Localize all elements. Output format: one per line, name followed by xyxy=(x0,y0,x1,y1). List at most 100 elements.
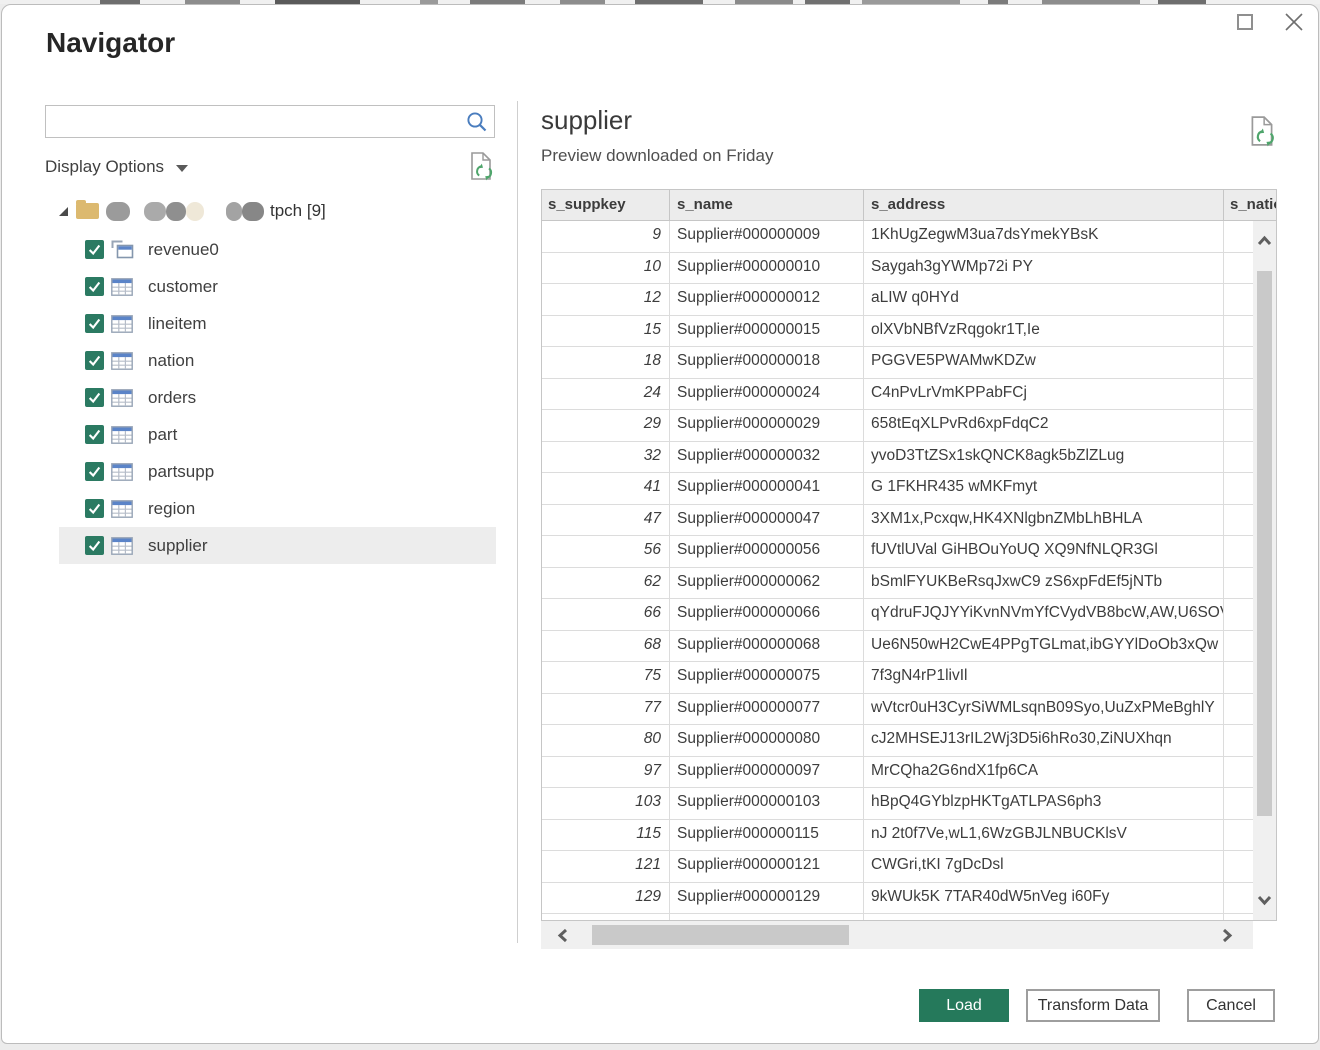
cell-s_address: fUVtlUVal GiHBOuYoUQ XQ9NfNLQR3Gl xyxy=(864,536,1224,567)
redacted-text xyxy=(106,202,130,221)
table-row: 66 Supplier#000000066 qYdruFJQJYYiKvnNVm… xyxy=(542,599,1276,631)
tree-item-customer[interactable]: customer xyxy=(59,268,496,305)
cell-s_suppkey: 9 xyxy=(542,221,670,252)
cell-s_name: Supplier#000000129 xyxy=(670,883,864,914)
tree-item-orders[interactable]: orders xyxy=(59,379,496,416)
cell-s_suppkey: 12 xyxy=(542,284,670,315)
scroll-up-icon[interactable] xyxy=(1257,235,1272,247)
table-row: 12 Supplier#000000012 aLIW q0HYd xyxy=(542,284,1276,316)
load-button[interactable]: Load xyxy=(919,989,1009,1022)
cell-s_suppkey: 56 xyxy=(542,536,670,567)
checkbox-checked[interactable] xyxy=(85,536,104,555)
tree-item-region[interactable]: region xyxy=(59,490,496,527)
table-icon xyxy=(111,388,134,407)
column-header-s_name: s_name xyxy=(670,190,864,220)
cell-s_suppkey: 29 xyxy=(542,410,670,441)
table-row: 15 Supplier#000000015 olXVbNBfVzRqgokr1T… xyxy=(542,316,1276,348)
checkbox-checked[interactable] xyxy=(85,425,104,444)
checkbox-checked[interactable] xyxy=(85,462,104,481)
cell-s_address: G 1FKHR435 wMKFmyt xyxy=(864,473,1224,504)
cell-s_name: Supplier#000000009 xyxy=(670,221,864,252)
table-icon xyxy=(111,425,134,444)
cell-s_address: Saygah3gYWMp72i PY xyxy=(864,253,1224,284)
checkbox-checked[interactable] xyxy=(85,314,104,333)
cell-s_address xyxy=(864,914,1224,920)
tree-item-revenue0[interactable]: revenue0 xyxy=(59,231,496,268)
cell-s_suppkey: 10 xyxy=(542,253,670,284)
table-icon xyxy=(111,314,134,333)
cell-s_name: Supplier#000000077 xyxy=(670,694,864,725)
table-row: 77 Supplier#000000077 wVtcr0uH3CyrSiWMLs… xyxy=(542,694,1276,726)
tree-item-lineitem[interactable]: lineitem xyxy=(59,305,496,342)
cell-s_name: Supplier#000000041 xyxy=(670,473,864,504)
expand-triangle-icon[interactable] xyxy=(59,207,68,216)
cell-s_name xyxy=(670,914,864,920)
cell-s_name: Supplier#000000032 xyxy=(670,442,864,473)
cell-s_name: Supplier#000000024 xyxy=(670,379,864,410)
checkbox-checked[interactable] xyxy=(85,277,104,296)
cancel-button[interactable]: Cancel xyxy=(1187,989,1275,1022)
tree-root-database[interactable]: tpch [9] xyxy=(45,195,505,227)
tree-item-label: partsupp xyxy=(148,462,214,482)
refresh-list-icon[interactable] xyxy=(468,151,494,181)
tree-item-label: lineitem xyxy=(148,314,207,334)
table-row-partial xyxy=(542,914,1276,920)
cell-s_suppkey: 115 xyxy=(542,820,670,851)
cell-s_suppkey: 62 xyxy=(542,568,670,599)
tree-item-nation[interactable]: nation xyxy=(59,342,496,379)
column-header-s_suppkey: s_suppkey xyxy=(542,190,670,220)
display-options-label: Display Options xyxy=(45,157,164,177)
table-row: 97 Supplier#000000097 MrCQha2G6ndX1fp6CA xyxy=(542,757,1276,789)
horizontal-scrollbar-thumb[interactable] xyxy=(592,925,849,945)
cell-s_name: Supplier#000000029 xyxy=(670,410,864,441)
maximize-icon[interactable] xyxy=(1237,14,1253,30)
cell-s_address: aLIW q0HYd xyxy=(864,284,1224,315)
table-icon xyxy=(111,536,134,555)
display-options-dropdown[interactable]: Display Options xyxy=(45,154,188,180)
redacted-text xyxy=(242,202,264,221)
tree-root-label: tpch [9] xyxy=(270,201,326,221)
cell-s_address: 658tEqXLPvRd6xpFdqC2 xyxy=(864,410,1224,441)
scroll-right-icon[interactable] xyxy=(1221,928,1233,943)
tree-item-label: revenue0 xyxy=(148,240,219,260)
tree-item-supplier[interactable]: supplier xyxy=(59,527,496,564)
cell-s_address: olXVbNBfVzRqgokr1T,Ie xyxy=(864,316,1224,347)
cell-s_suppkey: 80 xyxy=(542,725,670,756)
table-header-row: s_suppkey s_name s_address s_natio xyxy=(542,190,1276,221)
table-row: 56 Supplier#000000056 fUVtlUVal GiHBOuYo… xyxy=(542,536,1276,568)
cell-s_address: 3XM1x,Pcxqw,HK4XNlgbnZMbLhBHLA xyxy=(864,505,1224,536)
table-row: 18 Supplier#000000018 PGGVE5PWAMwKDZw xyxy=(542,347,1276,379)
close-icon[interactable] xyxy=(1283,11,1305,33)
table-icon xyxy=(111,277,134,296)
cell-s_suppkey: 15 xyxy=(542,316,670,347)
vertical-scrollbar[interactable] xyxy=(1253,221,1276,920)
preview-subtitle: Preview downloaded on Friday xyxy=(541,146,773,166)
tree-item-part[interactable]: part xyxy=(59,416,496,453)
vertical-scrollbar-thumb[interactable] xyxy=(1257,271,1272,816)
cell-s_suppkey: 18 xyxy=(542,347,670,378)
scroll-down-icon[interactable] xyxy=(1257,894,1272,906)
checkbox-checked[interactable] xyxy=(85,499,104,518)
cell-s_name: Supplier#000000068 xyxy=(670,631,864,662)
search-input[interactable] xyxy=(46,106,464,137)
table-row: 41 Supplier#000000041 G 1FKHR435 wMKFmyt xyxy=(542,473,1276,505)
cell-s_address: cJ2MHSEJ13rIL2Wj3D5i6hRo30,ZiNUXhqn xyxy=(864,725,1224,756)
cell-s_name: Supplier#000000075 xyxy=(670,662,864,693)
cell-s_address: bSmlFYUKBeRsqJxwC9 zS6xpFdEf5jNTb xyxy=(864,568,1224,599)
scroll-left-icon[interactable] xyxy=(557,928,569,943)
transform-data-button[interactable]: Transform Data xyxy=(1026,989,1160,1022)
cell-s_address: 7f3gN4rP1livIl xyxy=(864,662,1224,693)
cell-s_suppkey: 68 xyxy=(542,631,670,662)
tree-item-partsupp[interactable]: partsupp xyxy=(59,453,496,490)
checkbox-checked[interactable] xyxy=(85,351,104,370)
cell-s_address: wVtcr0uH3CyrSiWMLsqnB09Syo,UuZxPMeBghlY xyxy=(864,694,1224,725)
page-title: Navigator xyxy=(46,27,175,59)
checkbox-checked[interactable] xyxy=(85,240,104,259)
cell-s_suppkey: 41 xyxy=(542,473,670,504)
redacted-text xyxy=(166,202,186,221)
cell-s_suppkey: 121 xyxy=(542,851,670,882)
horizontal-scrollbar[interactable] xyxy=(541,921,1253,949)
checkbox-checked[interactable] xyxy=(85,388,104,407)
refresh-preview-icon[interactable] xyxy=(1248,115,1276,147)
cell-s_suppkey: 103 xyxy=(542,788,670,819)
